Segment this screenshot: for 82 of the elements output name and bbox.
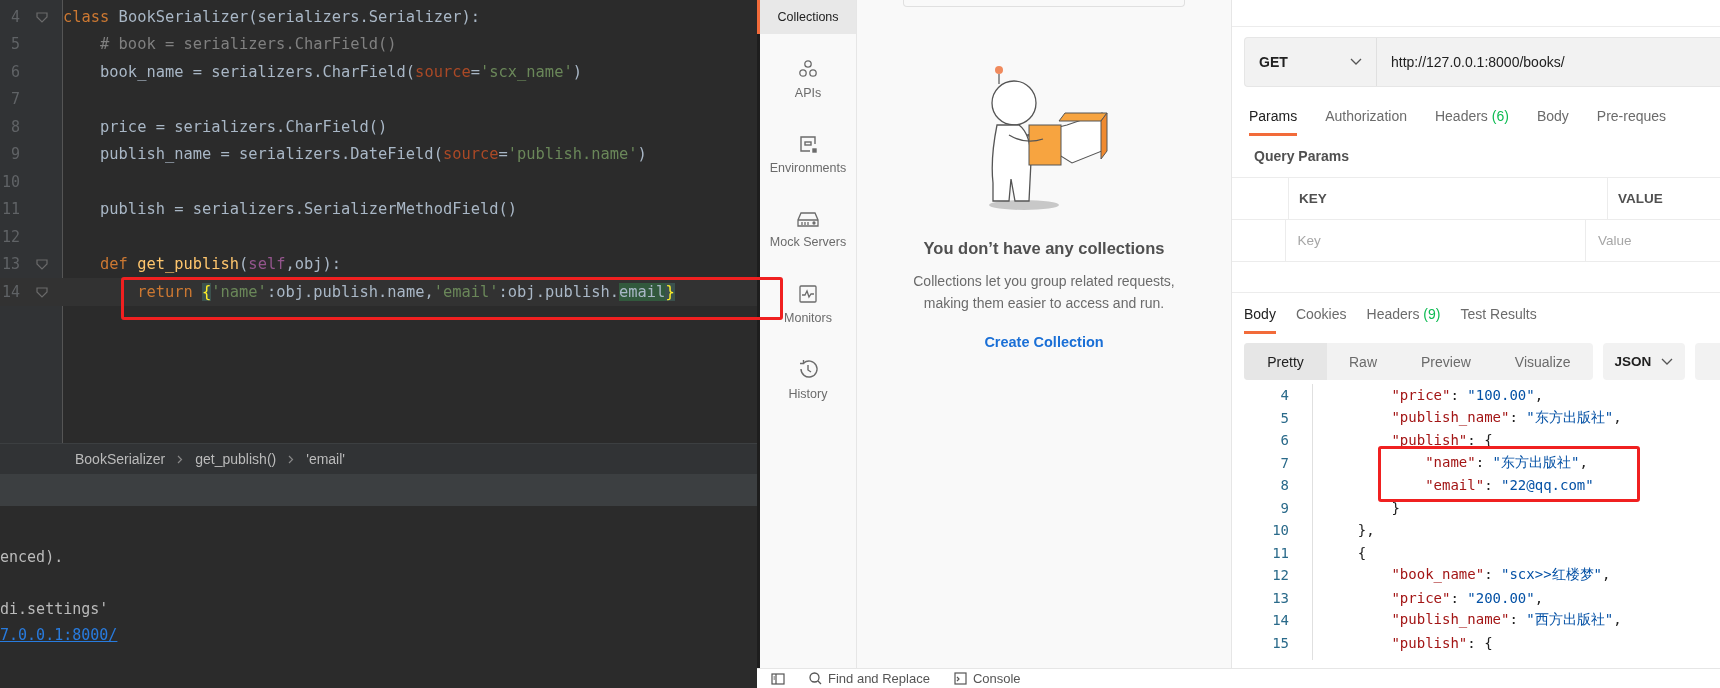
json-line: { [1356,544,1367,561]
search-icon [809,672,822,685]
line-number: 13 [1271,589,1289,606]
response-tab[interactable]: Cookies [1295,297,1347,334]
json-line: } [1390,499,1400,516]
line-number: 6 [1279,432,1289,449]
line-number: 14 [1271,612,1289,629]
sidebar-item[interactable]: Collections [757,0,856,34]
line-number: 10 [1271,522,1289,539]
footer-button[interactable]: Console [953,671,1021,686]
format-dropdown[interactable]: JSON [1602,343,1685,380]
json-line: "price": "100.00", [1390,387,1544,404]
json-line: "publish_name": "西方出版社", [1390,611,1622,630]
sidebar-toggle-icon[interactable] [771,672,785,685]
line-number: 11 [1271,544,1289,561]
response-tab[interactable]: Headers (9) [1366,297,1441,334]
json-line: "name": "东方出版社", [1424,453,1588,472]
line-number: 15 [1271,634,1289,651]
fold-icon[interactable] [35,258,48,271]
json-line: "email": "22@qq.com" [1424,477,1594,494]
line-number: 12 [1271,567,1289,584]
request-tab[interactable]: Pre-reques [1596,99,1667,136]
request-tab[interactable]: Headers (6) [1434,99,1509,136]
column-header: VALUE [1617,190,1664,208]
empty-state-text: Collections let you group related requests, making them easier to access and run. [912,272,1176,313]
code-line: return {'name':obj.publish.name,'email':obj.publish.email} [136,282,675,301]
chevron-icon [288,454,295,464]
param-input[interactable]: Key [1295,232,1420,249]
request-tab[interactable]: Body [1536,99,1569,136]
create-collection-link[interactable]: Create Collection [984,334,1104,350]
json-line: "publish": { [1390,634,1493,651]
request-tab[interactable]: Params [1249,99,1298,136]
code-line: price = serializers.CharField() [99,117,388,136]
line-number: 9 [1279,499,1289,516]
json-line: "price": "200.00", [1390,589,1544,606]
json-line: }, [1356,522,1375,539]
line-number: 7 [1279,454,1289,471]
section-title: Query Params [1254,147,1350,166]
request-tab[interactable]: Authorization [1325,99,1407,136]
breadcrumb[interactable]: BookSerializer [75,451,166,467]
breadcrumb[interactable]: get_publish() [195,451,277,467]
console-line: di.settings' [0,599,110,620]
circles-icon [798,59,818,79]
code-line: publish_name = serializers.DateField(source='publish.name') [99,145,647,164]
sidebar-item[interactable]: History [760,342,856,417]
code-line: def get_publish(self,obj): [99,255,342,274]
json-line: "publish_name": "东方出版社", [1390,408,1622,427]
history-icon [797,358,819,380]
column-header: KEY [1289,178,1608,219]
json-line: "book_name": "scx>>红楼梦", [1390,566,1611,585]
console-line: enced). [0,547,65,568]
view-option[interactable]: Preview [1399,343,1493,380]
line-number: 4 [1279,387,1289,404]
code-line: publish = serializers.SerializerMethodField() [99,200,518,219]
view-option[interactable]: Raw [1327,343,1399,380]
environment-icon [798,134,818,154]
response-tab[interactable]: Body [1244,297,1276,334]
code-line: book_name = serializers.CharField(source='scx_name') [99,62,582,81]
chevron-icon [177,454,184,464]
view-option[interactable]: Pretty [1244,343,1327,380]
fold-icon[interactable] [35,285,48,298]
console-icon [953,672,967,685]
sidebar-item[interactable]: Monitors [760,267,856,342]
code-editor[interactable] [0,0,757,443]
view-option[interactable]: Visualize [1492,343,1593,380]
fold-icon[interactable] [35,10,48,23]
console-link[interactable]: 7.0.0.1:8000/ [0,622,757,648]
sidebar-item[interactable]: Mock Servers [760,192,856,267]
empty-state-title: You don’t have any collections [923,239,1165,258]
line-number: 5 [1279,409,1289,426]
server-icon [797,210,819,228]
sidebar-item[interactable]: APIs [760,42,856,117]
footer-button[interactable]: Find and Replace [809,671,930,686]
caret-icon [1661,357,1673,366]
monitor-icon [798,284,818,304]
code-line: # book = serializers.CharField() [99,35,397,54]
response-tab[interactable]: Test Results [1460,297,1537,334]
line-number: 8 [1279,477,1289,494]
code-line: class BookSerializer(serializers.Serializer): [63,7,480,26]
breadcrumb[interactable]: 'email' [306,451,345,467]
sidebar-item[interactable]: Environments [760,117,856,192]
param-input[interactable]: Value [1596,232,1720,249]
